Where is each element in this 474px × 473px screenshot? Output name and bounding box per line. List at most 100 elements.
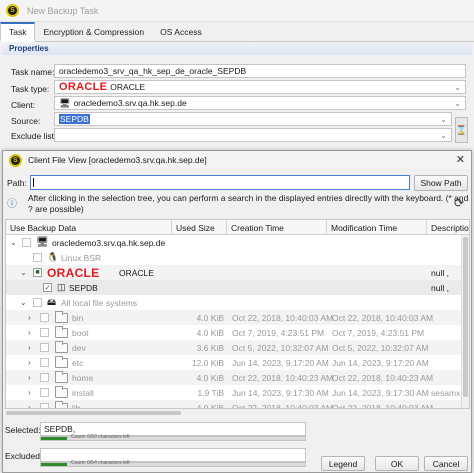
folder-size: 4.0 KiB bbox=[196, 327, 224, 338]
column-use-backup-data[interactable]: Use Backup Data bbox=[6, 220, 172, 235]
oracle-logo: ORACLE bbox=[59, 81, 108, 93]
table-row[interactable]: › dev 3.6 KiB Oct 5, 2022, 10:32:07 AM O… bbox=[6, 340, 469, 355]
table-row[interactable]: › lib 4.0 KiB Oct 22, 2018, 10:40:03 AM … bbox=[6, 400, 469, 409]
chevron-down-icon: ⌄ bbox=[454, 98, 461, 108]
legend-button[interactable]: Legend bbox=[321, 456, 365, 471]
checkbox[interactable] bbox=[40, 313, 49, 322]
folder-name: bin bbox=[72, 312, 84, 323]
exclude-list-select[interactable]: ⌄ bbox=[54, 128, 452, 142]
scroll-thumb[interactable] bbox=[6, 411, 181, 415]
table-row[interactable]: › bin 4.0 KiB Oct 22, 2018, 10:40:03 AM … bbox=[6, 310, 469, 325]
folder-mtime: Jun 14, 2023, 9:17:20 AM bbox=[332, 357, 429, 368]
exclude-list-label: Exclude list: bbox=[11, 131, 57, 141]
checkbox[interactable] bbox=[40, 373, 49, 382]
folder-ctime: Oct 22, 2018, 10:40:23 AM bbox=[232, 372, 334, 383]
client-select[interactable]: 🖥 oracledemo3.srv.qa.hk.sep.de ⌄ bbox=[54, 96, 466, 110]
checkbox[interactable] bbox=[22, 238, 31, 247]
checkbox[interactable] bbox=[33, 298, 42, 307]
tree-row-oracle[interactable]: ⌄ ■ ORACLE ORACLE null , bbox=[6, 265, 469, 280]
folder-icon bbox=[55, 340, 68, 353]
excluded-count-fill bbox=[41, 463, 68, 466]
checkbox[interactable] bbox=[33, 253, 42, 262]
selected-value: SEPDB, bbox=[44, 424, 76, 434]
dialog-title-bar: S Client File View [oracledemo3.srv.qa.h… bbox=[3, 151, 471, 169]
table-row[interactable]: › etc 12.0 KiB Jun 14, 2023, 9:17:20 AM … bbox=[6, 355, 469, 370]
oracle-logo: ORACLE bbox=[47, 265, 100, 280]
chevron-down-icon: ⌄ bbox=[440, 114, 447, 124]
tree-row-linux-bsr[interactable]: 🐧 Linux BSR bbox=[6, 250, 469, 265]
path-label: Path: bbox=[7, 178, 27, 188]
checkbox[interactable] bbox=[40, 328, 49, 337]
horizontal-scrollbar[interactable] bbox=[5, 409, 470, 417]
column-creation-time[interactable]: Creation Time bbox=[227, 220, 327, 235]
folder-icon bbox=[55, 385, 68, 398]
excluded-count-text: Count: 0/54 characters left bbox=[71, 460, 130, 466]
tab-os-access[interactable]: OS Access bbox=[152, 22, 210, 42]
chevron-right-icon[interactable]: › bbox=[28, 340, 31, 355]
app-logo-icon: S bbox=[6, 4, 19, 17]
table-row[interactable]: › install 1.9 TiB Jun 14, 2023, 9:17:30 … bbox=[6, 385, 469, 400]
chevron-down-icon[interactable]: ⌄ bbox=[10, 235, 17, 250]
refresh-icon[interactable]: ⟳ bbox=[454, 196, 464, 210]
oracle-description: null , bbox=[431, 267, 449, 278]
checkbox[interactable] bbox=[40, 343, 49, 352]
oracle-label: ORACLE bbox=[119, 267, 154, 278]
chevron-right-icon[interactable]: › bbox=[28, 325, 31, 340]
sepdb-description: null , bbox=[431, 282, 449, 293]
tree-row-sepdb[interactable]: ✓ ◫ SEPDB null , bbox=[6, 280, 469, 295]
host-label: oracledemo3.srv.qa.hk.sep.de bbox=[52, 237, 166, 248]
folder-ctime: Jun 14, 2023, 9:17:30 AM bbox=[232, 387, 329, 398]
folder-icon bbox=[55, 325, 68, 338]
checkbox[interactable] bbox=[40, 358, 49, 367]
folder-ctime: Oct 22, 2018, 10:40:03 AM bbox=[232, 312, 334, 323]
chevron-down-icon[interactable]: ⌄ bbox=[20, 295, 27, 310]
cancel-button[interactable]: Cancel bbox=[424, 456, 468, 471]
table-row[interactable]: › boot 4.0 KiB Oct 7, 2019, 4:23:51 PM O… bbox=[6, 325, 469, 340]
sepdb-label: SEPDB bbox=[69, 282, 98, 293]
show-path-button[interactable]: Show Path bbox=[414, 175, 468, 191]
folder-name: etc bbox=[72, 357, 84, 368]
tab-task[interactable]: Task bbox=[0, 22, 36, 42]
folder-size: 12.0 KiB bbox=[191, 357, 224, 368]
chevron-right-icon[interactable]: › bbox=[28, 355, 31, 370]
column-modification-time[interactable]: Modification Time bbox=[327, 220, 427, 235]
close-icon[interactable]: ✕ bbox=[456, 153, 465, 166]
chevron-right-icon[interactable]: › bbox=[28, 370, 31, 385]
task-type-value: ORACLE bbox=[110, 82, 146, 92]
source-select[interactable]: SEPDB ⌄ bbox=[54, 112, 452, 126]
checkbox-checked[interactable]: ✓ bbox=[43, 283, 52, 292]
checkbox[interactable] bbox=[40, 388, 49, 397]
column-used-size[interactable]: Used Size bbox=[172, 220, 227, 235]
tab-encryption-compression[interactable]: Encryption & Compression bbox=[35, 22, 152, 42]
task-name-label: Task name: bbox=[11, 67, 55, 77]
vertical-scrollbar[interactable] bbox=[461, 235, 469, 408]
folder-mtime: Oct 22, 2018, 10:40:03 AM bbox=[332, 402, 434, 409]
chevron-right-icon[interactable]: › bbox=[28, 400, 31, 408]
chevron-down-icon: ⌄ bbox=[454, 82, 461, 92]
chevron-right-icon[interactable]: › bbox=[28, 385, 31, 400]
checkbox-partial[interactable]: ■ bbox=[33, 268, 42, 277]
file-tree-table: Use Backup Data Used Size Creation Time … bbox=[5, 219, 470, 409]
selected-count-fill bbox=[41, 437, 68, 440]
tree-row-local-fs[interactable]: ⌄ 🖴 All local file systems bbox=[6, 295, 469, 310]
database-icon: ◫ bbox=[57, 282, 66, 292]
hourglass-button[interactable]: ⌛ bbox=[455, 117, 468, 143]
folder-mtime: Oct 22, 2018, 10:40:23 AM bbox=[332, 372, 434, 383]
folder-name: lib bbox=[72, 402, 81, 409]
ok-button[interactable]: OK bbox=[375, 456, 419, 471]
column-description[interactable]: Descriptio bbox=[427, 220, 469, 235]
source-label: Source: bbox=[11, 116, 41, 126]
folder-size: 4.0 KiB bbox=[196, 312, 224, 323]
folder-name: boot bbox=[72, 327, 89, 338]
scroll-thumb[interactable] bbox=[463, 237, 468, 397]
chevron-down-icon: ⌄ bbox=[440, 130, 447, 140]
path-input[interactable] bbox=[30, 175, 410, 190]
tree-row-host[interactable]: ⌄ 🖥 oracledemo3.srv.qa.hk.sep.de bbox=[6, 235, 469, 250]
task-type-select[interactable]: ORACLE ORACLE ⌄ bbox=[54, 80, 466, 94]
task-name-field[interactable]: oracledemo3_srv_qa_hk_sep_de_oracle_SEPD… bbox=[54, 64, 466, 78]
chevron-right-icon[interactable]: › bbox=[28, 310, 31, 325]
computer-icon: 🖥 bbox=[59, 97, 71, 108]
chevron-down-icon[interactable]: ⌄ bbox=[20, 265, 27, 280]
table-row[interactable]: › home 4.0 KiB Oct 22, 2018, 10:40:23 AM… bbox=[6, 370, 469, 385]
excluded-label: Excluded: bbox=[5, 451, 43, 461]
